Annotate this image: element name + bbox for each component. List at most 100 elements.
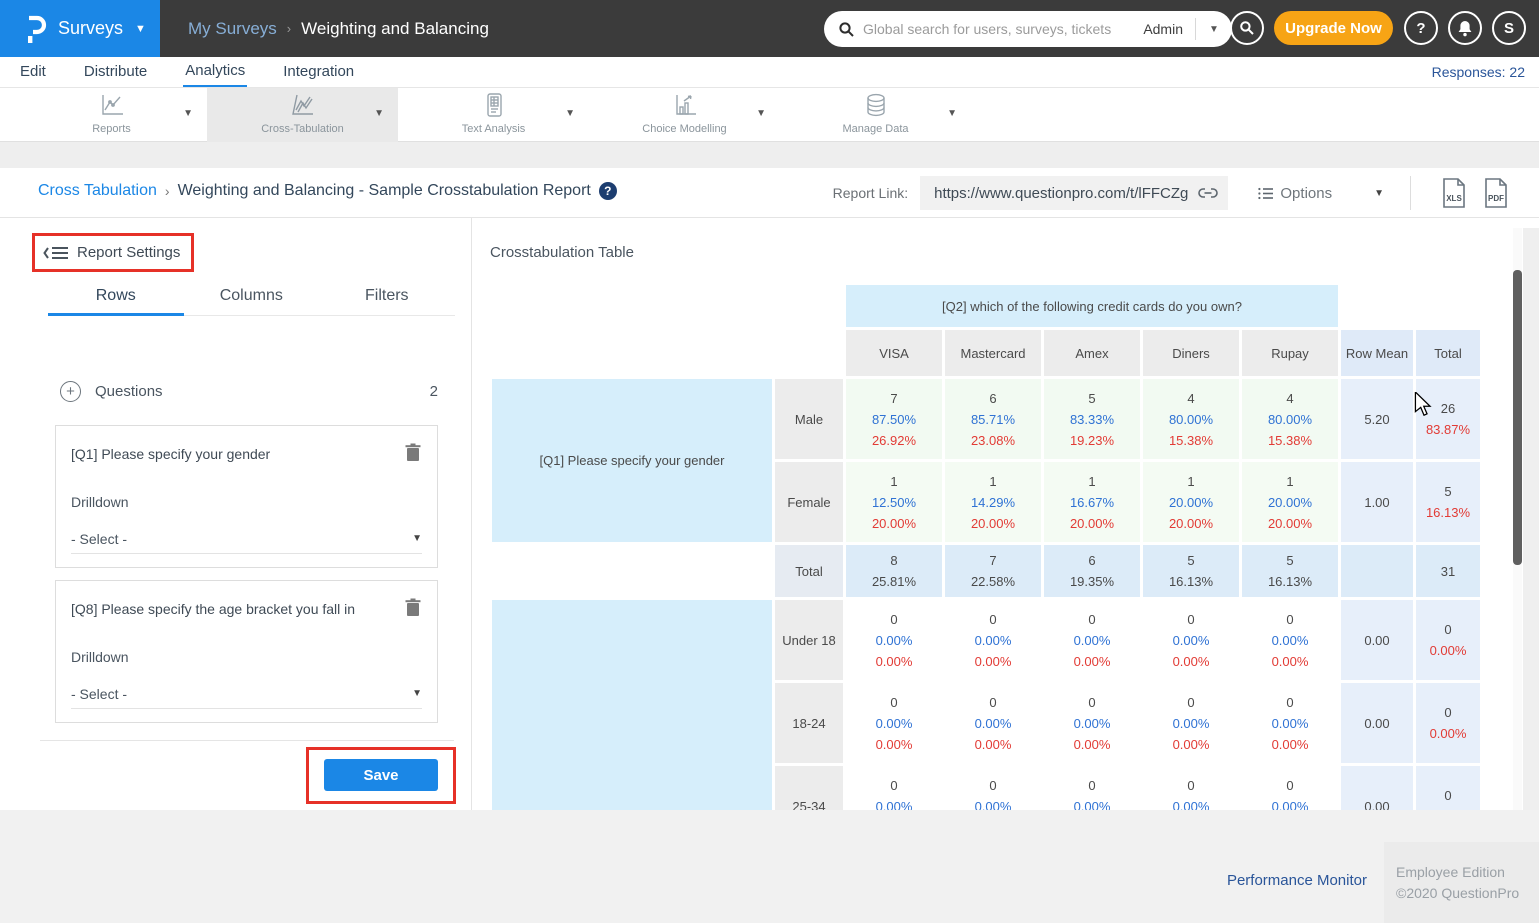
search-scope-select[interactable]: Admin: [1137, 18, 1196, 40]
report-breadcrumb-separator: ›: [165, 183, 170, 199]
account-avatar[interactable]: S: [1492, 11, 1526, 45]
options-caret-icon[interactable]: ▼: [1374, 188, 1384, 199]
choice-modelling-caret-icon[interactable]: ▼: [756, 108, 766, 119]
row-mean-cell: 5.20: [1341, 379, 1413, 459]
search-submit-button[interactable]: [1230, 11, 1264, 45]
text-analysis-label: Text Analysis: [398, 123, 589, 135]
link-icon[interactable]: [1198, 186, 1218, 200]
data-cell: 120.00%20.00%: [1143, 462, 1239, 542]
row-label-female: Female: [775, 462, 843, 542]
row-mean-cell: [1341, 545, 1413, 597]
nav-integration[interactable]: Integration: [281, 59, 356, 86]
database-icon: [780, 93, 971, 119]
options-button[interactable]: Options: [1258, 185, 1332, 202]
report-url[interactable]: https://www.questionpro.com/t/lFFCZg: [934, 185, 1188, 202]
data-cell: 00.00%0.00%: [1044, 600, 1140, 680]
report-content: Cross Tabulation › Weighting and Balanci…: [0, 168, 1539, 810]
row-total-cell: 00.00%: [1416, 766, 1480, 810]
drilldown-select-value: - Select -: [71, 531, 127, 547]
reports-caret-icon[interactable]: ▼: [183, 108, 193, 119]
tab-filters[interactable]: Filters: [319, 281, 455, 316]
data-cell: 619.35%: [1044, 545, 1140, 597]
options-list-icon: [1258, 187, 1273, 200]
row-total-cell: 516.13%: [1416, 462, 1480, 542]
drilldown-select[interactable]: - Select - ▼: [71, 524, 422, 554]
row-total-cell: 00.00%: [1416, 683, 1480, 763]
header-spacer: [775, 330, 843, 376]
settings-tabs: Rows Columns Filters: [48, 281, 455, 316]
nav-edit[interactable]: Edit: [18, 59, 48, 86]
add-question-button[interactable]: +: [60, 381, 81, 402]
data-cell: 480.00%15.38%: [1242, 379, 1338, 459]
bell-icon: [1457, 20, 1473, 37]
search-scope-caret-icon[interactable]: ▼: [1196, 24, 1232, 35]
toolbar-choice-modelling[interactable]: ▼ Choice Modelling: [589, 88, 780, 142]
text-analysis-caret-icon[interactable]: ▼: [565, 108, 575, 119]
questionpro-logo-icon: [22, 13, 48, 45]
header-spacer: [1341, 285, 1480, 327]
row-mean-cell: 0.00: [1341, 766, 1413, 810]
top-breadcrumb: My Surveys › Weighting and Balancing: [188, 0, 489, 57]
row-mean-cell: 0.00: [1341, 683, 1413, 763]
survey-nav: Edit Distribute Analytics Integration Re…: [0, 57, 1539, 88]
reports-label: Reports: [16, 123, 207, 135]
tab-columns[interactable]: Columns: [184, 281, 320, 316]
row-total-cell: 2683.87%: [1416, 379, 1480, 459]
manage-data-caret-icon[interactable]: ▼: [947, 108, 957, 119]
crosstab-title: Crosstabulation Table: [490, 244, 634, 261]
responses-count: Responses: 22: [1432, 64, 1525, 80]
avatar-initial: S: [1504, 20, 1514, 37]
divider: [40, 740, 454, 741]
data-cell: 825.81%: [846, 545, 942, 597]
cross-tab-chart-icon: [207, 93, 398, 117]
data-cell: 00.00%0.00%: [846, 600, 942, 680]
line-chart-icon: [16, 93, 207, 117]
surveys-menu[interactable]: Surveys ▼: [0, 0, 160, 57]
row-mean-cell: 1.00: [1341, 462, 1413, 542]
data-cell: 120.00%20.00%: [1242, 462, 1338, 542]
toolbar-reports[interactable]: ▼ Reports: [16, 88, 207, 142]
data-cell: 685.71%23.08%: [945, 379, 1041, 459]
scrollbar-thumb[interactable]: [1513, 270, 1522, 565]
cross-tabulation-caret-icon[interactable]: ▼: [374, 108, 384, 119]
toolbar-cross-tabulation[interactable]: ▼ Cross-Tabulation: [207, 88, 398, 142]
report-settings-toggle[interactable]: Report Settings: [32, 233, 194, 272]
drilldown-label: Drilldown: [71, 494, 129, 510]
drilldown-select[interactable]: - Select - ▼: [71, 679, 422, 709]
edition-info: Employee Edition ©2020 QuestionPro: [1384, 842, 1539, 923]
data-cell: 722.58%: [945, 545, 1041, 597]
report-url-box[interactable]: https://www.questionpro.com/t/lFFCZg: [920, 176, 1228, 210]
delete-question-icon[interactable]: [405, 598, 421, 617]
data-cell: 00.00%0.00%: [1242, 766, 1338, 810]
nav-distribute[interactable]: Distribute: [82, 59, 149, 86]
breadcrumb-current-survey: Weighting and Balancing: [301, 19, 489, 39]
drilldown-label: Drilldown: [71, 649, 129, 665]
report-header: Cross Tabulation › Weighting and Balanci…: [0, 168, 1539, 218]
data-cell: 787.50%26.92%: [846, 379, 942, 459]
upgrade-now-button[interactable]: Upgrade Now: [1274, 11, 1393, 45]
toolbar-text-analysis[interactable]: ▼ Text Analysis: [398, 88, 589, 142]
notifications-button[interactable]: [1448, 11, 1482, 45]
choice-modelling-label: Choice Modelling: [589, 123, 780, 135]
report-settings-panel: Report Settings Rows Columns Filters + Q…: [0, 218, 472, 810]
nav-analytics[interactable]: Analytics: [183, 58, 247, 87]
delete-question-icon[interactable]: [405, 443, 421, 462]
export-xls-button[interactable]: XLS: [1441, 178, 1467, 208]
export-pdf-button[interactable]: PDF: [1483, 178, 1509, 208]
tab-rows[interactable]: Rows: [48, 281, 184, 316]
help-button[interactable]: ?: [1404, 11, 1438, 45]
toolbar-manage-data[interactable]: ▼ Manage Data: [780, 88, 971, 142]
global-search-input[interactable]: [863, 21, 1137, 37]
text-analysis-icon: [398, 93, 589, 117]
data-cell: 00.00%0.00%: [1143, 683, 1239, 763]
data-cell: 00.00%0.00%: [1044, 683, 1140, 763]
breadcrumb-my-surveys[interactable]: My Surveys: [188, 19, 277, 39]
data-cell: 516.13%: [1242, 545, 1338, 597]
performance-monitor-link[interactable]: Performance Monitor: [1227, 872, 1367, 889]
data-cell: 00.00%0.00%: [1143, 600, 1239, 680]
cross-tabulation-link[interactable]: Cross Tabulation: [38, 182, 157, 200]
report-help-icon[interactable]: ?: [599, 182, 617, 200]
save-button[interactable]: Save: [324, 759, 438, 791]
data-cell: 00.00%0.00%: [945, 766, 1041, 810]
question-group-cell: [492, 600, 772, 810]
